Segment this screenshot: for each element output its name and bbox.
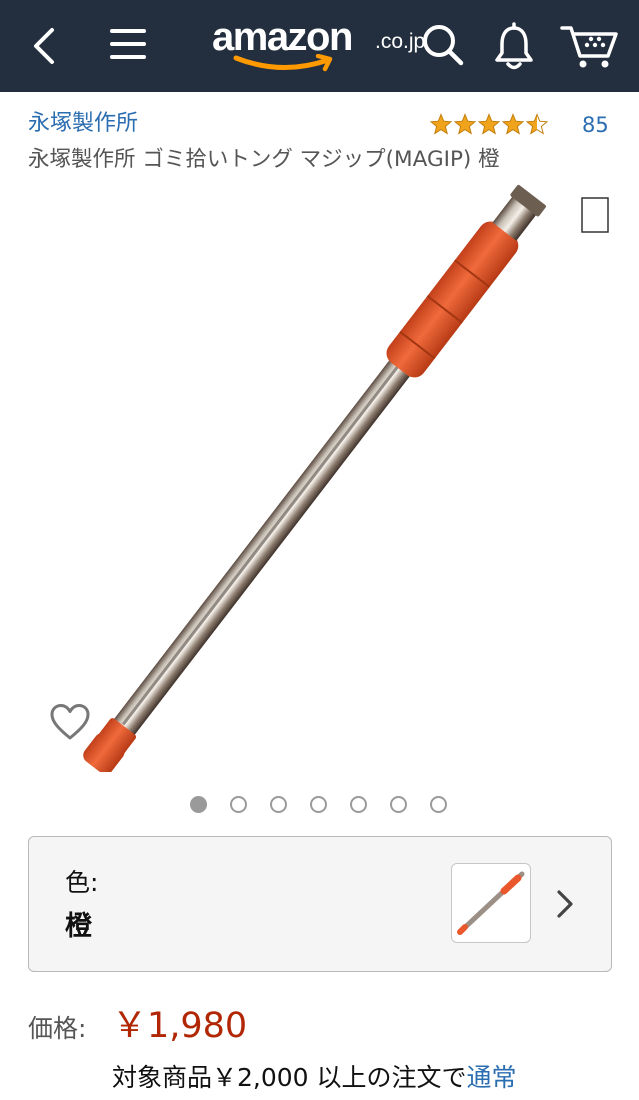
back-arrow-icon[interactable]: [28, 26, 62, 66]
tong-thumbnail-image: [457, 871, 525, 935]
half-star-icon: [526, 114, 548, 134]
price-label: 価格:: [28, 1014, 87, 1043]
logo-smile-icon: [233, 54, 333, 72]
star-icon: [478, 114, 500, 134]
brand-link[interactable]: 永塚製作所: [28, 108, 138, 140]
star-icon: [430, 114, 452, 134]
wishlist-button[interactable]: [42, 694, 98, 750]
review-count-link[interactable]: 85: [582, 110, 609, 140]
variant-value: 橙: [65, 911, 92, 942]
heart-icon: [50, 704, 90, 740]
color-variant-selector[interactable]: 色: 橙: [28, 836, 612, 972]
cart-icon[interactable]: [560, 22, 620, 70]
bell-icon[interactable]: [492, 22, 536, 72]
star-rating[interactable]: [430, 111, 552, 137]
pagination-dot[interactable]: [270, 796, 287, 813]
search-icon[interactable]: [420, 22, 466, 68]
pagination-dot[interactable]: [430, 796, 447, 813]
top-nav-bar: amazon .co.jp: [0, 0, 639, 92]
star-icon: [502, 114, 524, 134]
pagination-dot[interactable]: [310, 796, 327, 813]
pagination-dot[interactable]: [390, 796, 407, 813]
pagination-dot[interactable]: [230, 796, 247, 813]
pagination-dot[interactable]: [350, 796, 367, 813]
amazon-logo[interactable]: amazon .co.jp: [212, 14, 432, 74]
pagination-dot-active[interactable]: [190, 796, 207, 813]
logo-domain: .co.jp: [375, 30, 426, 53]
chevron-right-icon: [557, 890, 573, 918]
product-title: 永塚製作所 ゴミ拾いトング マジップ(MAGIP) 橙: [28, 147, 500, 172]
variant-label: 色:: [65, 868, 99, 897]
variant-thumbnail[interactable]: [451, 863, 531, 943]
shipping-text: 対象商品￥2,000 以上の注文で: [112, 1063, 467, 1092]
product-image[interactable]: [20, 182, 639, 772]
menu-icon[interactable]: [108, 26, 148, 62]
shipping-link[interactable]: 通常: [467, 1063, 517, 1092]
price-value: ￥1,980: [112, 1006, 248, 1046]
star-icon: [454, 114, 476, 134]
shipping-info: 対象商品￥2,000 以上の注文で通常: [112, 1060, 639, 1096]
